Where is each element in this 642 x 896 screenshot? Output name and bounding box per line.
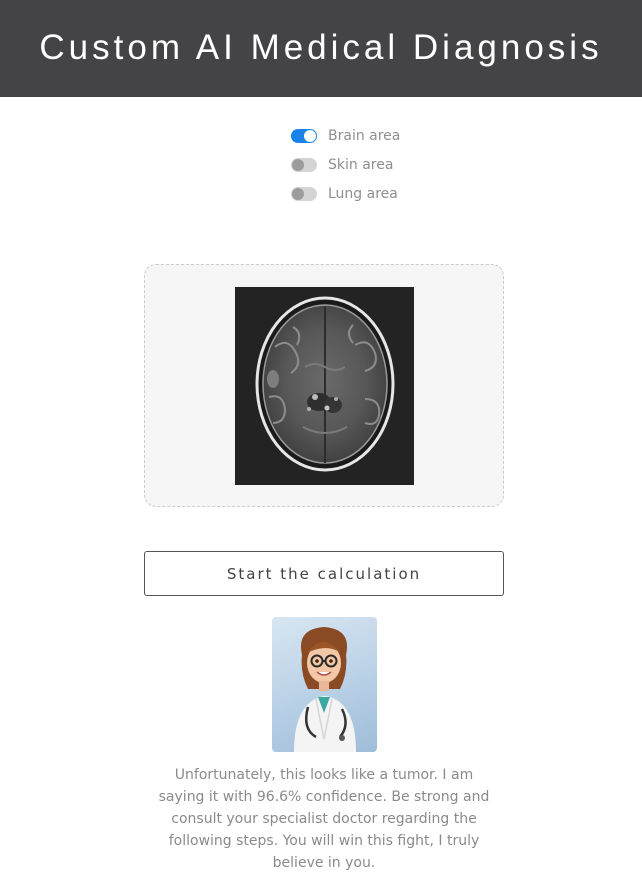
doctor-avatar <box>272 617 377 752</box>
switch-knob <box>292 158 304 171</box>
switch-knob <box>292 187 304 200</box>
lung-area-switch[interactable] <box>291 186 317 201</box>
toggle-label-brain: Brain area <box>328 127 401 144</box>
page-title: Custom AI Medical Diagnosis <box>39 27 603 67</box>
brain-area-switch[interactable] <box>291 128 317 143</box>
app-header: Custom AI Medical Diagnosis <box>0 0 642 97</box>
toggle-brain-area[interactable]: Brain area <box>291 121 400 150</box>
area-selector: Brain area Skin area Lung area <box>291 121 400 208</box>
brain-mri-image <box>235 287 414 485</box>
skin-area-switch[interactable] <box>291 157 317 172</box>
image-upload-dropzone[interactable] <box>144 264 504 507</box>
toggle-skin-area[interactable]: Skin area <box>291 150 400 179</box>
toggle-lung-area[interactable]: Lung area <box>291 179 400 208</box>
toggle-label-lung: Lung area <box>328 185 398 202</box>
start-calculation-button[interactable]: Start the calculation <box>144 551 504 596</box>
toggle-label-skin: Skin area <box>328 156 394 173</box>
diagnosis-result-text: Unfortunately, this looks like a tumor. … <box>158 767 490 871</box>
switch-knob <box>304 129 316 142</box>
